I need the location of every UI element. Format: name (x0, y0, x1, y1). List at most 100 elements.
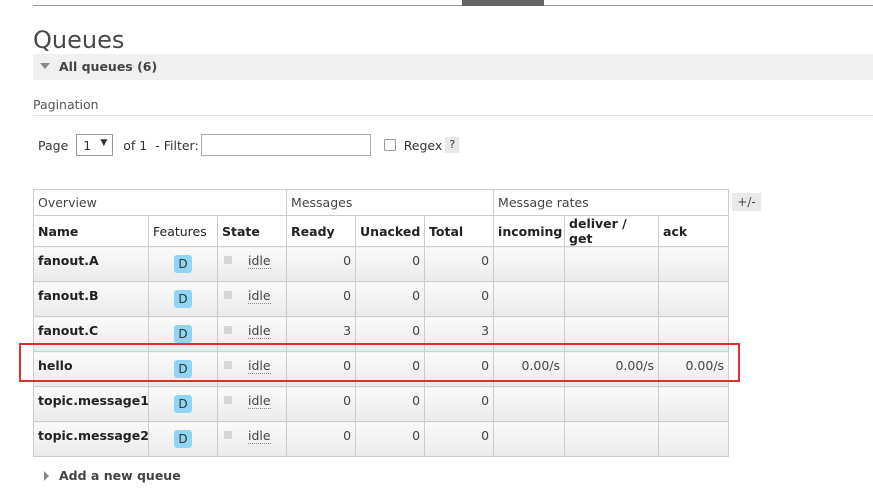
unacked-count: 0 (355, 421, 426, 457)
incoming-rate (493, 281, 566, 317)
total-count: 0 (424, 246, 495, 282)
table-row: hello D idle 0 0 0 0.00/s 0.00/s 0.00/s (33, 351, 730, 387)
ack-rate (658, 386, 730, 422)
add-queue-section-header[interactable]: Add a new queue (44, 468, 181, 483)
state-text: idle (248, 288, 271, 304)
page-select[interactable]: 1 ▼ (76, 134, 114, 156)
col-incoming[interactable]: incoming (493, 215, 566, 247)
unacked-count: 0 (355, 386, 426, 422)
ready-count: 3 (286, 316, 357, 352)
incoming-rate (493, 421, 566, 457)
deliver-rate (564, 421, 660, 457)
ready-count: 0 (286, 246, 357, 282)
unacked-count: 0 (355, 246, 426, 282)
total-count: 0 (424, 386, 495, 422)
col-total[interactable]: Total (424, 215, 495, 247)
durable-badge: D (174, 255, 192, 273)
state-indicator (224, 431, 232, 439)
state-text: idle (248, 253, 271, 269)
total-count: 0 (424, 351, 495, 387)
col-deliver-get[interactable]: deliver / get (564, 215, 660, 247)
queue-name-link[interactable]: topic.message2 (33, 421, 149, 457)
top-nav-border (33, 0, 873, 6)
all-queues-label: All queues (6) (59, 59, 158, 74)
col-name[interactable]: Name (33, 215, 149, 247)
unacked-count: 0 (355, 281, 426, 317)
filter-input[interactable] (200, 134, 371, 156)
filter-label: - Filter: (155, 137, 199, 153)
regex-label: Regex (403, 137, 443, 153)
unacked-count: 0 (355, 316, 426, 352)
total-count: 0 (424, 281, 495, 317)
table-row: fanout.A D idle 0 0 0 (33, 246, 730, 282)
page-count-label: of 1 (123, 137, 148, 153)
chevron-down-icon: ▼ (100, 138, 108, 148)
table-row: topic.message2 D idle 0 0 0 (33, 421, 730, 457)
incoming-rate: 0.00/s (493, 351, 566, 387)
regex-help-button[interactable]: ? (445, 137, 460, 153)
queue-name-link[interactable]: topic.message1 (33, 386, 149, 422)
triangle-right-icon (44, 470, 49, 481)
col-ack[interactable]: ack (658, 215, 730, 247)
active-nav-tab-indicator[interactable] (462, 0, 544, 6)
deliver-rate: 0.00/s (564, 351, 660, 387)
table-row: fanout.C D idle 3 0 3 (33, 316, 730, 352)
group-message-rates: Message rates (493, 189, 730, 216)
state-indicator (224, 291, 232, 299)
add-queue-label: Add a new queue (59, 468, 181, 483)
incoming-rate (493, 386, 566, 422)
state-indicator (224, 256, 232, 264)
deliver-rate (564, 386, 660, 422)
unacked-count: 0 (355, 351, 426, 387)
table-row: fanout.B D idle 0 0 0 (33, 281, 730, 317)
page-title: Queues (33, 26, 125, 54)
group-overview: Overview (32, 189, 288, 216)
durable-badge: D (174, 360, 192, 378)
incoming-rate (493, 316, 566, 352)
page-select-value: 1 (83, 138, 92, 153)
durable-badge: D (174, 395, 192, 413)
deliver-rate (564, 316, 660, 352)
queue-name-link[interactable]: fanout.C (33, 316, 149, 352)
durable-badge: D (174, 290, 192, 308)
deliver-rate (564, 246, 660, 282)
all-queues-section-header[interactable]: All queues (6) (33, 54, 873, 80)
state-indicator (224, 396, 232, 404)
state-text: idle (248, 393, 271, 409)
incoming-rate (493, 246, 566, 282)
ready-count: 0 (286, 351, 357, 387)
state-text: idle (248, 358, 271, 374)
deliver-rate (564, 281, 660, 317)
queue-name-link[interactable]: fanout.A (33, 246, 149, 282)
durable-badge: D (174, 325, 192, 343)
ack-rate (658, 316, 730, 352)
page-label: Page (38, 137, 69, 153)
col-ready[interactable]: Ready (286, 215, 357, 247)
ready-count: 0 (286, 421, 357, 457)
table-row: topic.message1 D idle 0 0 0 (33, 386, 730, 422)
queue-name-link[interactable]: hello (33, 351, 149, 387)
group-messages: Messages (286, 189, 495, 216)
total-count: 3 (424, 316, 495, 352)
queue-name-link[interactable]: fanout.B (33, 281, 149, 317)
col-features: Features (148, 215, 218, 247)
pagination-divider (33, 115, 873, 116)
ack-rate (658, 281, 730, 317)
state-text: idle (248, 428, 271, 444)
ready-count: 0 (286, 386, 357, 422)
ack-rate (658, 421, 730, 457)
triangle-down-icon (40, 63, 50, 69)
ack-rate: 0.00/s (658, 351, 730, 387)
durable-badge: D (174, 430, 192, 448)
state-text: idle (248, 323, 271, 339)
queues-table: Overview Messages Message rates Name Fea… (32, 189, 730, 457)
regex-checkbox[interactable] (383, 139, 396, 151)
col-state[interactable]: State (216, 215, 288, 247)
ready-count: 0 (286, 281, 357, 317)
pagination-title: Pagination (33, 97, 99, 112)
state-indicator (224, 326, 232, 334)
col-unacked[interactable]: Unacked (355, 215, 426, 247)
state-indicator (224, 361, 232, 369)
toggle-columns-button[interactable]: +/- (732, 193, 761, 211)
total-count: 0 (424, 421, 495, 457)
